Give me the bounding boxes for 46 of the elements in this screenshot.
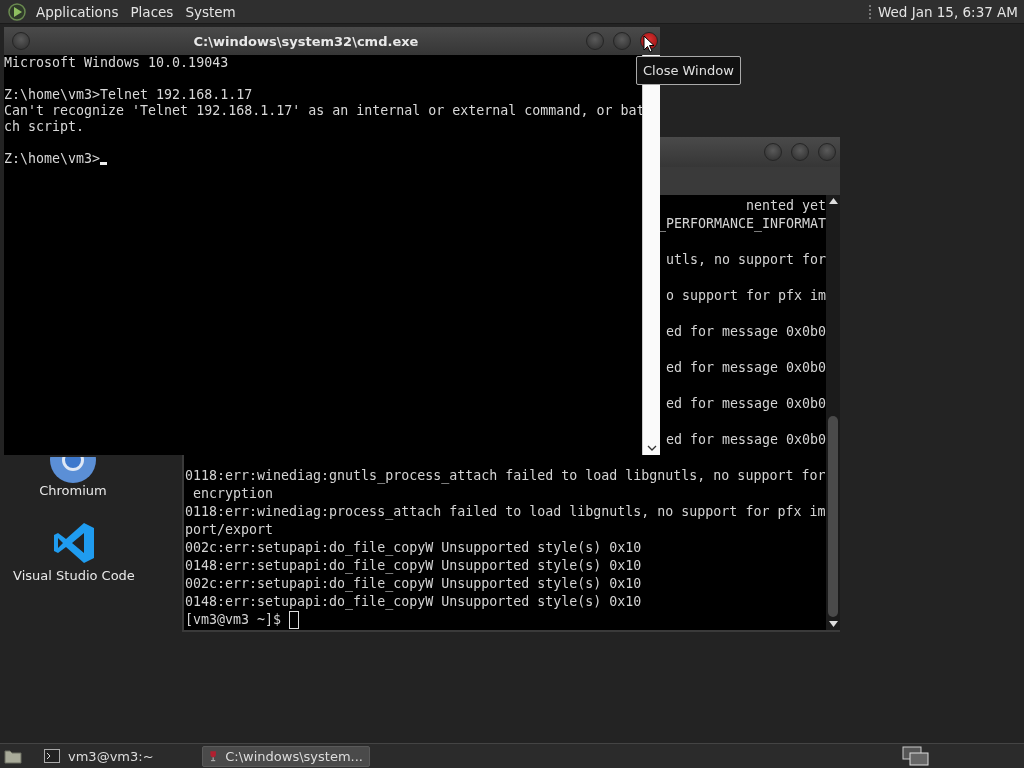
vscode-icon[interactable] [52,521,96,565]
terminal-line: 0148:err:setupapi:do_file_copyW Unsupported style(s) 0x10 [185,557,643,575]
taskbar-button[interactable]: C:\windows\system... [202,745,370,767]
scrollbar[interactable] [826,195,840,630]
console-line: ch script. [4,119,86,135]
terminal-line: encryption [192,485,275,503]
terminal-line: 0148:err:setupapi:do_file_copyW Unsupported style(s) 0x10 [185,593,643,611]
window-title: C:\windows\system32\cmd.exe [192,33,420,49]
scroll-down-arrow-icon[interactable] [828,621,838,627]
terminal-icon [44,749,60,763]
terminal-line: ed for message 0x0b0 [665,431,826,449]
text-cursor [100,162,108,165]
terminal-line: utls, no support for [665,251,826,269]
desktop-icon-label[interactable]: Chromium [39,483,107,498]
workspace-switcher-icon[interactable] [902,746,930,766]
clock[interactable]: Wed Jan 15, 6:37 AM [877,3,1018,20]
console-line: Z:\home\vm3>Telnet 192.168.1.17 [4,87,254,103]
terminal-line: 0118:err:winediag:gnutls_process_attach failed to load libgnutls, no support for [185,467,826,485]
folder-icon[interactable] [4,748,22,764]
play-logo-icon[interactable] [8,2,26,21]
terminal-line: 002c:err:setupapi:do_file_copyW Unsupported style(s) 0x10 [185,575,643,593]
desktop-icon-label[interactable]: Visual Studio Code [13,568,135,583]
wine-glass-icon [209,748,218,764]
terminal-line: ed for message 0x0b0 [665,359,826,377]
terminal-line: 0118:err:winediag:process_attach failed to load libgnutls, no support for pfx im [185,503,826,521]
console-prompt: Z:\home\vm3> [4,151,101,167]
terminal-line: o support for pfx im [665,287,826,305]
scroll-up-arrow-icon[interactable] [828,198,838,204]
taskbar-button[interactable]: vm3@vm3:~ [38,745,196,767]
panel-menu[interactable]: System [181,3,244,20]
tooltip: Close Window [636,56,741,85]
console-line: Microsoft Windows 10.0.19043 [4,55,230,71]
terminal-line: port/export [185,521,275,539]
scrollbar-thumb[interactable] [828,416,838,617]
terminal-line: 002c:err:setupapi:do_file_copyW Unsupported style(s) 0x10 [185,539,643,557]
terminal-line: nented yet [745,197,826,215]
panel-menu[interactable]: Applications [32,3,127,20]
text-cursor [289,611,300,629]
mouse-pointer-icon [643,35,655,53]
panel-menu[interactable]: Places [126,3,182,20]
terminal-line: ed for message 0x0b0 [665,323,826,341]
shell-prompt: [vm3@vm3 ~]$ [185,611,282,629]
panel-handle-icon[interactable] [867,3,872,20]
terminal-line: _PERFORMANCE_INFORMAT [657,215,826,233]
terminal-line: ed for message 0x0b0 [665,395,826,413]
chevron-down-icon[interactable] [646,445,657,451]
